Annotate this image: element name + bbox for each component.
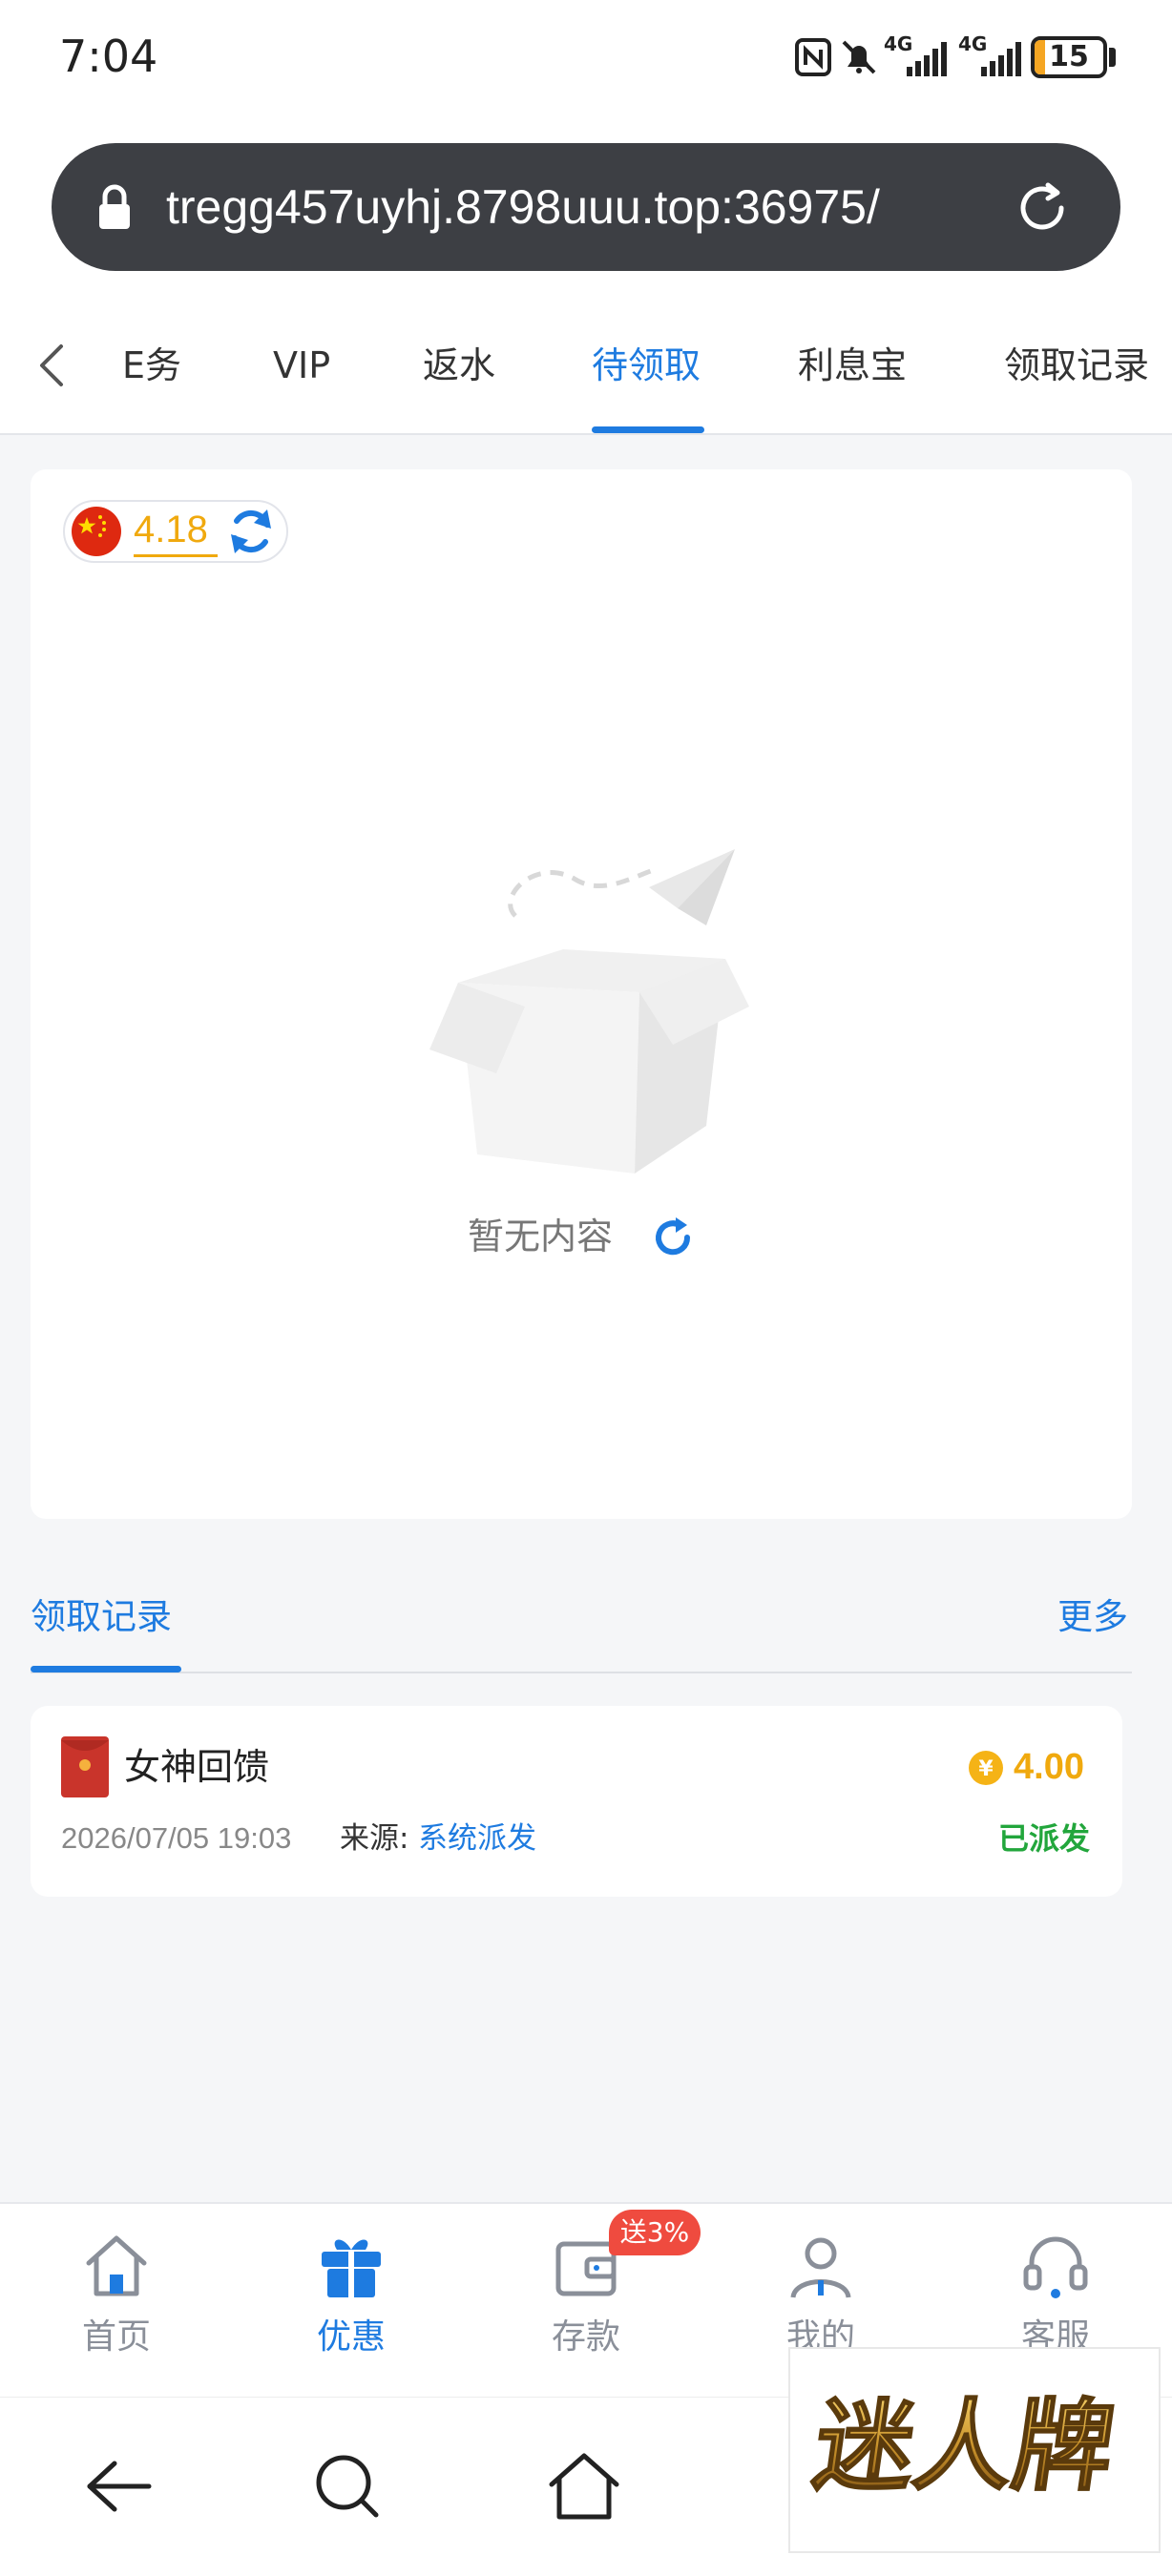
record-source-label: 来源: — [340, 1821, 409, 1856]
balance-value: 4.18 — [134, 506, 218, 557]
home-icon — [86, 2235, 147, 2296]
watermark-logo: 迷人牌 — [806, 2387, 1122, 2504]
tab-rebate[interactable]: 返水 — [423, 296, 495, 435]
tab-vip[interactable]: VIP — [273, 296, 330, 435]
nav-deposit-label: 存款 — [551, 2317, 620, 2357]
red-envelope-icon — [61, 1736, 109, 1797]
tab-tasks[interactable]: E务 — [122, 296, 181, 435]
bell-muted-icon — [842, 40, 876, 74]
battery-icon: 15 — [1031, 36, 1107, 78]
record-source: 系统派发 — [418, 1821, 536, 1856]
url-text[interactable]: tregg457uyhj.8798uuu.top:36975/ — [166, 174, 966, 240]
record-name: 女神回馈 — [124, 1746, 270, 1788]
search-icon[interactable] — [309, 2448, 386, 2524]
nav-promotions-label: 优惠 — [316, 2317, 386, 2357]
nav-promotions[interactable]: 优惠 — [284, 2231, 418, 2374]
battery-level: 15 — [1049, 40, 1089, 73]
lock-icon — [99, 184, 130, 229]
tab-interest[interactable]: 利息宝 — [798, 296, 907, 435]
coin-icon: ¥ — [969, 1751, 1003, 1785]
svg-text:¥: ¥ — [978, 1757, 994, 1781]
refresh-icon[interactable] — [649, 1214, 697, 1261]
more-link[interactable]: 更多 — [1057, 1584, 1128, 1651]
claim-records-title: 领取记录 — [31, 1596, 172, 1637]
back-icon[interactable] — [78, 2448, 155, 2524]
nav-home-label: 首页 — [81, 2317, 151, 2357]
china-flag-icon — [72, 507, 121, 556]
empty-state-text: 暂无内容 — [468, 1215, 614, 1257]
headset-icon — [1023, 2236, 1088, 2298]
nfc-icon — [795, 38, 831, 76]
svg-text:迷人牌: 迷人牌 — [807, 2388, 1121, 2503]
chevron-left-icon[interactable] — [29, 339, 76, 392]
record-date: 2026/07/05 19:03 — [61, 1821, 292, 1855]
refresh-icon[interactable] — [223, 504, 279, 559]
records-divider — [31, 1672, 1132, 1673]
home-icon[interactable] — [546, 2448, 622, 2524]
records-title-indicator — [31, 1666, 181, 1672]
deposit-bonus-badge: 送3% — [609, 2210, 701, 2255]
tab-pending[interactable]: 待领取 — [592, 296, 701, 435]
record-status: 已派发 — [998, 1820, 1091, 1857]
signal-icon — [907, 42, 947, 76]
record-item[interactable] — [31, 1706, 1122, 1897]
status-time: 7:04 — [59, 31, 158, 82]
category-tabs: E务 VIP 返水 待领取 利息宝 领取记录 — [0, 296, 1172, 435]
tab-claim-records[interactable]: 领取记录 — [1004, 296, 1149, 435]
active-tab-indicator — [592, 426, 704, 433]
battery-tip — [1109, 48, 1116, 67]
reload-icon[interactable] — [1010, 176, 1075, 240]
record-amount: 4.00 — [1014, 1747, 1084, 1787]
nav-home[interactable]: 首页 — [50, 2231, 183, 2374]
gift-icon — [322, 2239, 381, 2297]
user-icon — [790, 2237, 851, 2298]
cellular-signal-2: 4G — [956, 32, 1025, 80]
cellular-signal-1: 4G — [882, 32, 951, 80]
empty-box-illustration — [429, 849, 749, 1174]
signal-icon — [981, 42, 1021, 76]
